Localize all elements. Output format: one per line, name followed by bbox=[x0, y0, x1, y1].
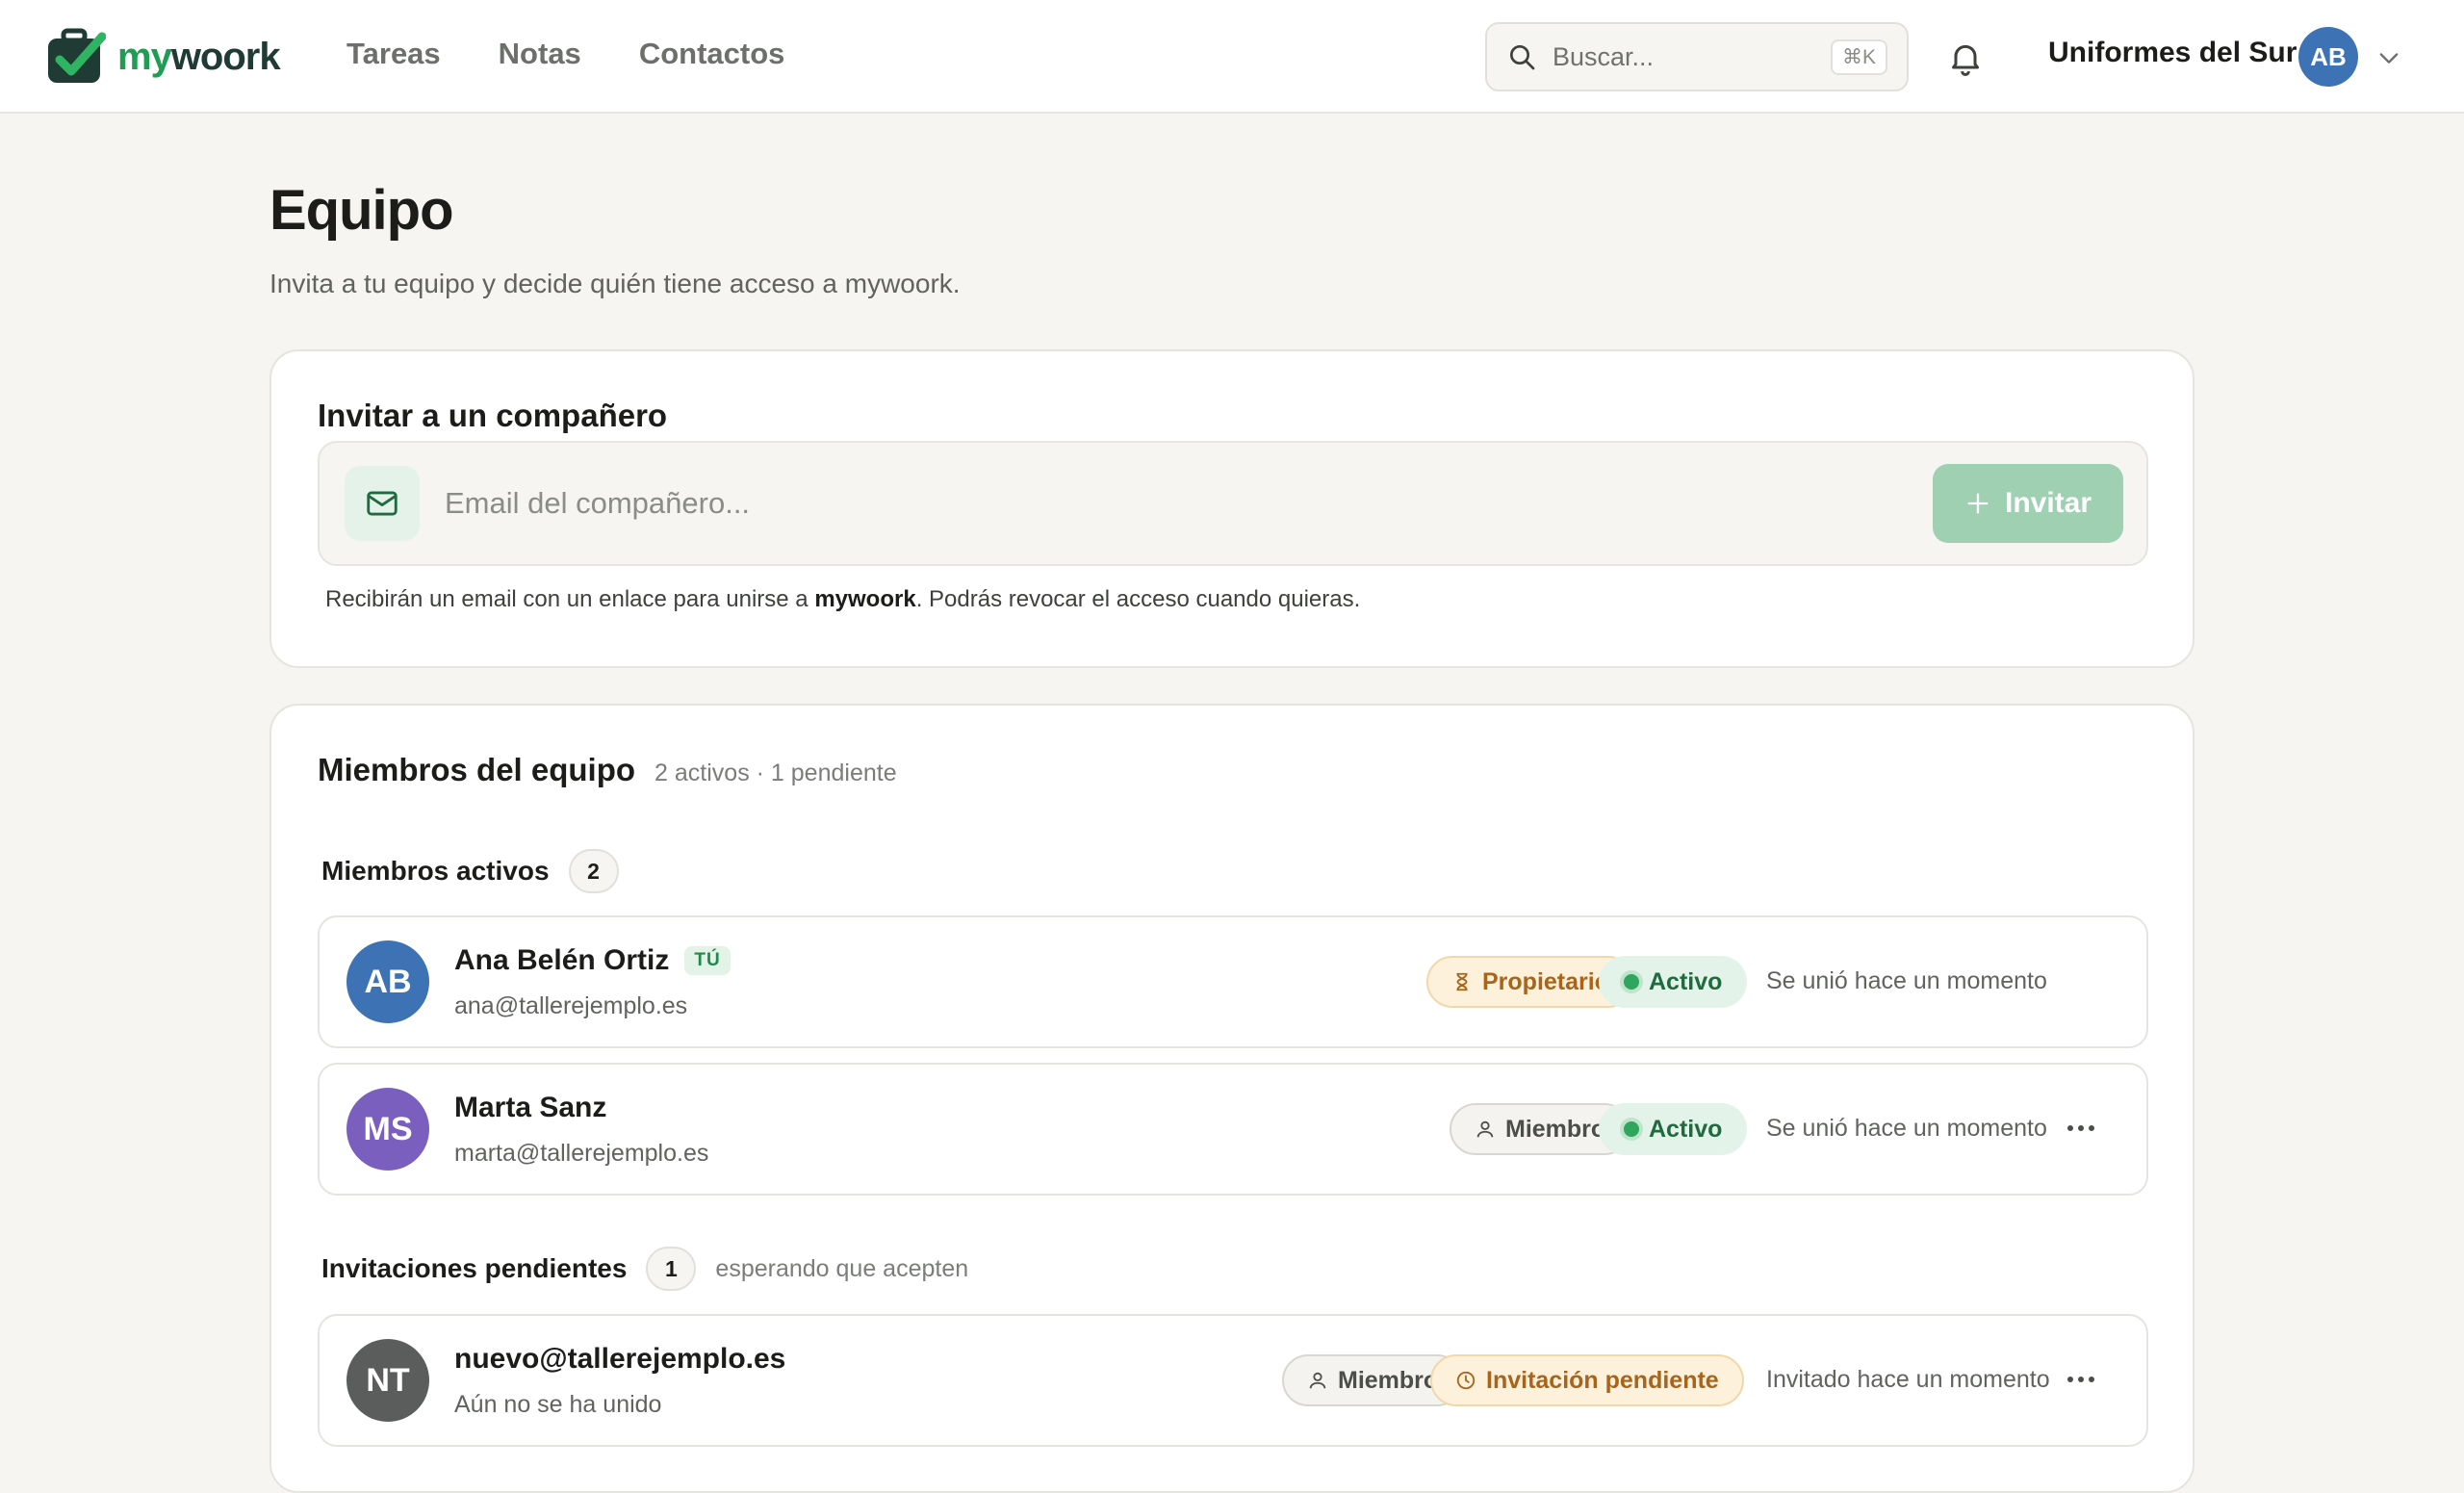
members-header: Miembros del equipo 2 activos · 1 pendie… bbox=[318, 752, 897, 788]
role-label: Miembro bbox=[1505, 1115, 1606, 1143]
user-icon bbox=[1309, 1372, 1326, 1389]
more-actions-button[interactable] bbox=[2062, 1109, 2100, 1147]
avatar: NT bbox=[346, 1339, 429, 1422]
status-badge-active: Activo bbox=[1599, 1103, 1748, 1155]
pending-invite-row: NT nuevo@tallerejemplo.es Aún no se ha u… bbox=[318, 1314, 2148, 1447]
invite-state: Aún no se ha unido bbox=[454, 1391, 662, 1418]
invite-email: nuevo@tallerejemplo.es bbox=[454, 1343, 786, 1375]
active-members-header: Miembros activos 2 bbox=[321, 849, 619, 893]
status-label: Activo bbox=[1649, 1115, 1723, 1143]
active-members-title: Miembros activos bbox=[321, 856, 550, 886]
invite-title: Invitar a un compañero bbox=[318, 398, 668, 433]
email-field[interactable] bbox=[445, 475, 1811, 532]
invite-card: Invitar a un compañero Invitar Recibirán… bbox=[270, 349, 2194, 668]
avatar: MS bbox=[346, 1088, 429, 1171]
user-avatar[interactable]: AB bbox=[2298, 27, 2358, 87]
plus-icon bbox=[1967, 493, 1989, 514]
member-name: Ana Belén Ortiz bbox=[454, 944, 670, 976]
member-name: Marta Sanz bbox=[454, 1092, 607, 1123]
user-icon bbox=[1476, 1120, 1494, 1138]
pending-invites-hint: esperando que acepten bbox=[715, 1254, 969, 1282]
app-logo[interactable]: mywoork bbox=[44, 27, 281, 87]
member-email: marta@tallerejemplo.es bbox=[454, 1140, 709, 1167]
hourglass-icon bbox=[1456, 972, 1468, 991]
page-subtitle: Invita a tu equipo y decide quién tiene … bbox=[270, 269, 961, 298]
you-badge: TÚ bbox=[684, 946, 731, 975]
role-label: Miembro bbox=[1338, 1366, 1439, 1394]
search-icon bbox=[1510, 45, 1535, 70]
invite-button[interactable]: Invitar bbox=[1933, 464, 2123, 543]
member-row: AB Ana Belén Ortiz TÚ ana@tallerejemplo.… bbox=[318, 915, 2148, 1048]
mail-icon-box bbox=[345, 466, 420, 541]
role-label: Propietario bbox=[1482, 967, 1609, 995]
invite-note: Recibirán un email con un enlace para un… bbox=[325, 586, 1360, 613]
bell-icon[interactable] bbox=[1946, 39, 1985, 77]
search-shortcut: ⌘K bbox=[1830, 39, 1887, 75]
avatar: AB bbox=[346, 940, 429, 1023]
top-bar: mywoork Tareas Notas Contactos Buscar...… bbox=[0, 0, 2464, 114]
search-placeholder: Buscar... bbox=[1553, 41, 1655, 71]
invite-note-text: Recibirán un email con un enlace para un… bbox=[325, 586, 815, 612]
status-label: Activo bbox=[1649, 967, 1723, 995]
joined-time: Se unió hace un momento bbox=[1766, 967, 2047, 994]
clock-icon bbox=[1456, 1371, 1476, 1390]
invite-email-line: nuevo@tallerejemplo.es bbox=[454, 1343, 785, 1376]
nav-notas[interactable]: Notas bbox=[499, 37, 581, 71]
main-nav: Tareas Notas Contactos bbox=[346, 37, 784, 71]
member-name-line: Ana Belén Ortiz TÚ bbox=[454, 944, 731, 977]
active-members-count: 2 bbox=[568, 849, 619, 893]
member-name-line: Marta Sanz bbox=[454, 1092, 606, 1124]
pending-invites-count: 1 bbox=[646, 1247, 697, 1291]
logo-text-rest: woork bbox=[170, 35, 281, 78]
more-icon bbox=[2067, 1125, 2094, 1131]
more-actions-button[interactable] bbox=[2062, 1360, 2100, 1399]
members-title: Miembros del equipo bbox=[318, 752, 636, 787]
mail-icon bbox=[367, 491, 398, 516]
logo-wordmark: mywoork bbox=[117, 35, 281, 79]
invite-note-text-end: . Podrás revocar el acceso cuando quiera… bbox=[915, 586, 1361, 612]
status-dot bbox=[1624, 1121, 1639, 1137]
pending-invites-title: Invitaciones pendientes bbox=[321, 1253, 628, 1283]
page-title: Equipo bbox=[270, 179, 454, 242]
invite-button-label: Invitar bbox=[2004, 487, 2092, 519]
member-row: MS Marta Sanz marta@tallerejemplo.es Mie… bbox=[318, 1063, 2148, 1196]
invite-note-brand: mywoork bbox=[814, 586, 916, 612]
members-card: Miembros del equipo 2 activos · 1 pendie… bbox=[270, 704, 2194, 1493]
search-box[interactable]: Buscar... ⌘K bbox=[1485, 22, 1909, 91]
joined-time: Se unió hace un momento bbox=[1766, 1115, 2047, 1142]
organization-name[interactable]: Uniformes del Sur bbox=[2048, 37, 2297, 69]
status-badge-active: Activo bbox=[1599, 956, 1748, 1008]
nav-tareas[interactable]: Tareas bbox=[346, 37, 441, 71]
status-dot bbox=[1624, 974, 1639, 990]
invited-time: Invitado hace un momento bbox=[1766, 1366, 2050, 1393]
more-icon bbox=[2067, 1377, 2094, 1382]
invite-form: Invitar bbox=[318, 441, 2148, 566]
members-summary: 2 activos · 1 pendiente bbox=[654, 759, 897, 786]
status-label: Invitación pendiente bbox=[1486, 1366, 1719, 1394]
logo-text-my: my bbox=[117, 35, 172, 78]
nav-contactos[interactable]: Contactos bbox=[639, 37, 785, 71]
pending-invites-header: Invitaciones pendientes 1 esperando que … bbox=[321, 1247, 968, 1291]
member-email: ana@tallerejemplo.es bbox=[454, 992, 688, 1019]
briefcase-check-icon bbox=[48, 28, 106, 83]
status-badge-pending: Invitación pendiente bbox=[1430, 1354, 1744, 1406]
chevron-down-icon[interactable] bbox=[2375, 44, 2402, 71]
